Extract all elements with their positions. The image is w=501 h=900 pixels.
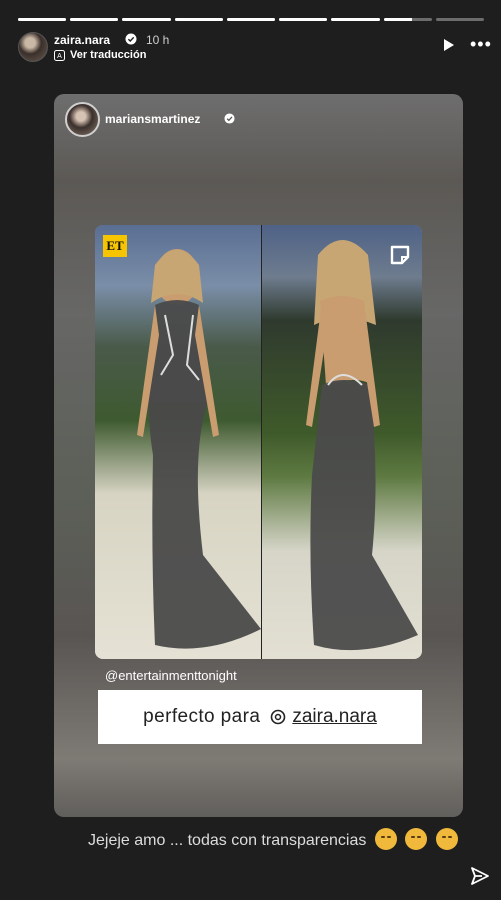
avatar[interactable]	[18, 32, 48, 62]
source-mention[interactable]: @entertainmenttonight	[105, 668, 237, 683]
progress-fill	[122, 18, 171, 21]
more-icon[interactable]: •••	[470, 35, 492, 53]
sticker-icon[interactable]	[388, 243, 412, 267]
story-username[interactable]: zaira.nara	[54, 33, 110, 47]
progress-segment	[435, 18, 484, 21]
progress-segment	[70, 18, 119, 21]
story-time: 10 h	[146, 33, 170, 47]
translate-link[interactable]: Ver traducción	[70, 49, 146, 61]
kissing-face-icon	[374, 828, 397, 850]
gown-back-figure	[306, 240, 418, 651]
story-caption: Jejeje amo ... todas con transparencias	[88, 828, 458, 850]
verified-badge-icon	[125, 33, 137, 45]
progress-fill	[18, 18, 67, 21]
photo-back-view	[262, 225, 422, 659]
progress-fill	[174, 18, 223, 21]
svg-text:A: A	[57, 53, 62, 60]
story-caption-text: Jejeje amo ... todas con transparencias	[88, 832, 367, 849]
progress-segment	[174, 18, 223, 21]
translate-icon: A	[54, 50, 65, 61]
caption-sticker[interactable]: perfecto para zaira.nara	[98, 690, 422, 744]
progress-fill	[383, 18, 413, 21]
post-author-username[interactable]: mariansmartinez	[105, 112, 200, 126]
progress-segment	[18, 18, 67, 21]
reshared-post-card[interactable]: mariansmartinez ET @entertainmenttonight…	[54, 94, 463, 817]
story-header: zaira.nara 10 h A Ver traducción •••	[18, 32, 491, 62]
caption-text: perfecto para	[143, 706, 261, 727]
share-icon[interactable]	[470, 866, 490, 886]
post-author-avatar[interactable]	[65, 102, 100, 137]
progress-fill	[70, 18, 119, 21]
photo-front-view: ET	[95, 225, 261, 659]
progress-fill	[331, 18, 380, 21]
et-logo: ET	[103, 235, 127, 257]
progress-fill	[226, 18, 276, 21]
post-photo[interactable]: ET	[95, 225, 422, 659]
progress-fill	[279, 18, 328, 21]
kissing-heart-face-icon	[435, 828, 458, 850]
gown-front-figure	[137, 249, 261, 649]
progress-segment	[226, 18, 276, 21]
progress-segment	[383, 18, 432, 21]
progress-segment	[122, 18, 171, 21]
threads-icon	[271, 709, 286, 725]
story-progress-bar	[18, 18, 484, 21]
progress-segment	[331, 18, 380, 21]
progress-segment	[279, 18, 328, 21]
kissing-face-icon	[405, 828, 428, 850]
play-icon[interactable]	[442, 38, 456, 52]
tagged-user-link[interactable]: zaira.nara	[292, 706, 377, 728]
verified-badge-icon	[224, 113, 235, 124]
